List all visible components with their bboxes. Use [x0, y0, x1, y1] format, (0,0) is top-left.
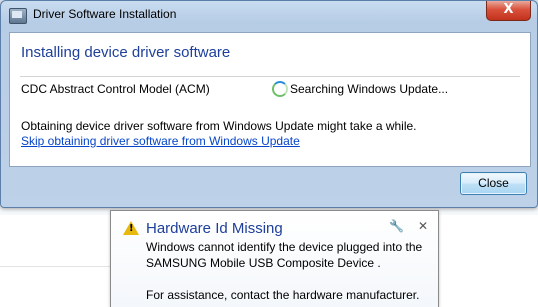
warning-icon: ! [123, 221, 139, 235]
driver-installation-dialog: Driver Software Installation X Installin… [0, 0, 538, 208]
title-bar[interactable]: Driver Software Installation X [1, 1, 537, 31]
background-divider [0, 266, 110, 267]
window-close-button[interactable]: X [486, 1, 531, 21]
dialog-footer: Close [9, 166, 529, 200]
balloon-message-line1: Windows cannot identify the device plugg… [146, 240, 423, 254]
device-name: CDC Abstract Control Model (ACM) [21, 82, 210, 96]
wrench-icon[interactable]: 🔧 [389, 219, 404, 233]
balloon-message-line3: For assistance, contact the hardware man… [146, 288, 420, 302]
balloon-title: Hardware Id Missing [146, 220, 283, 237]
divider [20, 76, 520, 77]
window-title: Driver Software Installation [33, 7, 177, 21]
status-text: Searching Windows Update... [290, 82, 449, 96]
balloon-message-line2: SAMSUNG Mobile USB Composite Device . [146, 256, 381, 270]
balloon-tools: 🔧 ✕ [379, 219, 428, 233]
skip-windows-update-link[interactable]: Skip obtaining driver software from Wind… [21, 134, 300, 148]
notification-balloon[interactable]: ! Hardware Id Missing 🔧 ✕ Windows cannot… [110, 210, 439, 307]
dialog-content: Installing device driver software CDC Ab… [9, 32, 531, 167]
close-button[interactable]: Close [460, 172, 527, 195]
info-text: Obtaining device driver software from Wi… [21, 119, 417, 133]
busy-spinner-icon [272, 81, 288, 97]
balloon-close-icon[interactable]: ✕ [418, 219, 428, 233]
device-icon [9, 8, 27, 24]
dialog-heading: Installing device driver software [21, 44, 231, 61]
